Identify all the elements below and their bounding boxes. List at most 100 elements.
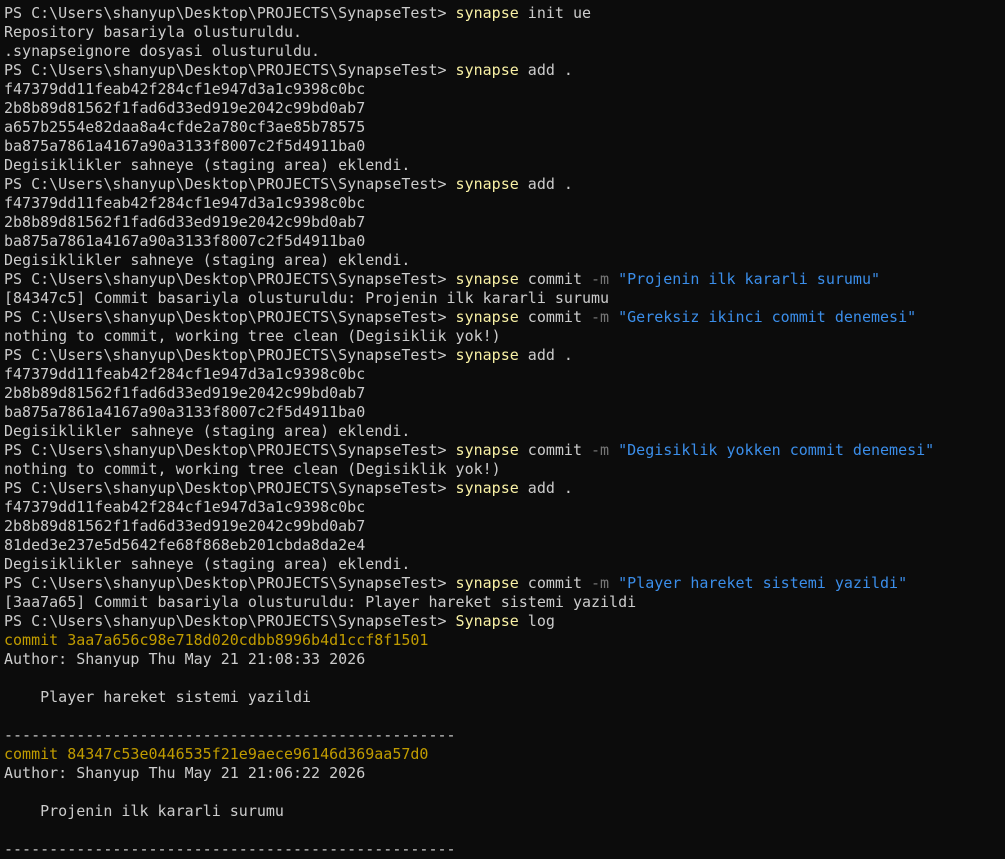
command-args	[609, 270, 618, 288]
prompt-text: PS C:\Users\shanyup\Desktop\PROJECTS\Syn…	[4, 175, 456, 193]
command-flag: -m	[591, 308, 610, 326]
output-text: Degisiklikler sahneye (staging area) ekl…	[4, 555, 411, 573]
command-args: commit	[518, 270, 592, 288]
commit-line: commit 3aa7a656c98e718d020cdbb8996b4d1cc…	[4, 631, 1005, 650]
output-line: Projenin ilk kararli surumu	[4, 802, 1005, 821]
command-args	[609, 308, 618, 326]
output-line: Degisiklikler sahneye (staging area) ekl…	[4, 156, 1005, 175]
output-text: f47379dd11feab42f284cf1e947d3a1c9398c0bc	[4, 194, 366, 212]
prompt-line: PS C:\Users\shanyup\Desktop\PROJECTS\Syn…	[4, 4, 1005, 23]
output-line: Author: Shanyup Thu May 21 21:06:22 2026	[4, 764, 1005, 783]
output-text: 2b8b89d81562f1fad6d33ed919e2042c99bd0ab7	[4, 99, 366, 117]
command-flag: -m	[591, 270, 610, 288]
command-args: add .	[518, 175, 573, 193]
output-line: 2b8b89d81562f1fad6d33ed919e2042c99bd0ab7	[4, 517, 1005, 536]
output-line: Author: Shanyup Thu May 21 21:08:33 2026	[4, 650, 1005, 669]
output-line: a657b2554e82daa8a4cfde2a780cf3ae85b78575	[4, 118, 1005, 137]
output-text: ba875a7861a4167a90a3133f8007c2f5d4911ba0	[4, 403, 366, 421]
output-line: Degisiklikler sahneye (staging area) ekl…	[4, 251, 1005, 270]
output-line: f47379dd11feab42f284cf1e947d3a1c9398c0bc	[4, 80, 1005, 99]
prompt-line: PS C:\Users\shanyup\Desktop\PROJECTS\Syn…	[4, 175, 1005, 194]
output-text: nothing to commit, working tree clean (D…	[4, 460, 501, 478]
output-line: Degisiklikler sahneye (staging area) ekl…	[4, 555, 1005, 574]
output-line: f47379dd11feab42f284cf1e947d3a1c9398c0bc	[4, 498, 1005, 517]
prompt-text: PS C:\Users\shanyup\Desktop\PROJECTS\Syn…	[4, 308, 456, 326]
prompt-text: PS C:\Users\shanyup\Desktop\PROJECTS\Syn…	[4, 346, 456, 364]
output-text: nothing to commit, working tree clean (D…	[4, 327, 501, 345]
output-line: ba875a7861a4167a90a3133f8007c2f5d4911ba0	[4, 137, 1005, 156]
output-text: 2b8b89d81562f1fad6d33ed919e2042c99bd0ab7	[4, 517, 366, 535]
output-text: a657b2554e82daa8a4cfde2a780cf3ae85b78575	[4, 118, 366, 136]
output-line: Repository basariyla olusturuldu.	[4, 23, 1005, 42]
output-line: ba875a7861a4167a90a3133f8007c2f5d4911ba0	[4, 403, 1005, 422]
prompt-line: PS C:\Users\shanyup\Desktop\PROJECTS\Syn…	[4, 270, 1005, 289]
command-args: commit	[518, 308, 592, 326]
command-args: commit	[518, 441, 592, 459]
command-name: synapse	[455, 346, 519, 364]
command-string: "Player hareket sistemi yazildi"	[618, 574, 908, 592]
prompt-text: PS C:\Users\shanyup\Desktop\PROJECTS\Syn…	[4, 479, 456, 497]
output-line: [3aa7a65] Commit basariyla olusturuldu: …	[4, 593, 1005, 612]
output-line: .synapseignore dosyasi olusturuldu.	[4, 42, 1005, 61]
commit-hash: commit 3aa7a656c98e718d020cdbb8996b4d1cc…	[4, 631, 429, 649]
output-line: Degisiklikler sahneye (staging area) ekl…	[4, 422, 1005, 441]
prompt-text: PS C:\Users\shanyup\Desktop\PROJECTS\Syn…	[4, 4, 456, 22]
output-text: 2b8b89d81562f1fad6d33ed919e2042c99bd0ab7	[4, 384, 366, 402]
command-name: synapse	[455, 175, 519, 193]
output-line: 2b8b89d81562f1fad6d33ed919e2042c99bd0ab7	[4, 213, 1005, 232]
command-name: synapse	[455, 308, 519, 326]
output-text: [84347c5] Commit basariyla olusturuldu: …	[4, 289, 610, 307]
output-text: Author: Shanyup Thu May 21 21:08:33 2026	[4, 650, 366, 668]
commit-hash: commit 84347c53e0446535f21e9aece96146d36…	[4, 745, 429, 763]
output-line: ba875a7861a4167a90a3133f8007c2f5d4911ba0	[4, 232, 1005, 251]
output-text: ba875a7861a4167a90a3133f8007c2f5d4911ba0	[4, 137, 366, 155]
command-args	[609, 574, 618, 592]
output-line: Player hareket sistemi yazildi	[4, 688, 1005, 707]
output-text: f47379dd11feab42f284cf1e947d3a1c9398c0bc	[4, 365, 366, 383]
output-text: Degisiklikler sahneye (staging area) ekl…	[4, 156, 411, 174]
command-flag: -m	[591, 574, 610, 592]
separator-line: ----------------------------------------…	[4, 840, 456, 858]
prompt-line: PS C:\Users\shanyup\Desktop\PROJECTS\Syn…	[4, 612, 1005, 631]
prompt-line: PS C:\Users\shanyup\Desktop\PROJECTS\Syn…	[4, 61, 1005, 80]
output-line: f47379dd11feab42f284cf1e947d3a1c9398c0bc	[4, 365, 1005, 384]
command-name: synapse	[455, 441, 519, 459]
commit-line: commit 84347c53e0446535f21e9aece96146d36…	[4, 745, 1005, 764]
separator-line: ----------------------------------------…	[4, 726, 456, 744]
output-text: Degisiklikler sahneye (staging area) ekl…	[4, 422, 411, 440]
output-text: 81ded3e237e5d5642fe68f868eb201cbda8da2e4	[4, 536, 366, 554]
output-text: Player hareket sistemi yazildi	[4, 688, 312, 706]
prompt-text: PS C:\Users\shanyup\Desktop\PROJECTS\Syn…	[4, 61, 456, 79]
output-line: 2b8b89d81562f1fad6d33ed919e2042c99bd0ab7	[4, 99, 1005, 118]
output-text: Degisiklikler sahneye (staging area) ekl…	[4, 251, 411, 269]
terminal-window[interactable]: PS C:\Users\shanyup\Desktop\PROJECTS\Syn…	[0, 0, 1005, 858]
output-text: ba875a7861a4167a90a3133f8007c2f5d4911ba0	[4, 232, 366, 250]
prompt-line: PS C:\Users\shanyup\Desktop\PROJECTS\Syn…	[4, 441, 1005, 460]
command-args: commit	[518, 574, 592, 592]
output-text: Repository basariyla olusturuldu.	[4, 23, 303, 41]
command-args: init ue	[518, 4, 592, 22]
prompt-line: PS C:\Users\shanyup\Desktop\PROJECTS\Syn…	[4, 574, 1005, 593]
command-string: "Degisiklik yokken commit denemesi"	[618, 441, 935, 459]
command-name: synapse	[455, 479, 519, 497]
command-name: synapse	[455, 61, 519, 79]
command-flag: -m	[591, 441, 610, 459]
separator-row: ----------------------------------------…	[4, 840, 1005, 859]
output-text: Projenin ilk kararli surumu	[4, 802, 284, 820]
prompt-text: PS C:\Users\shanyup\Desktop\PROJECTS\Syn…	[4, 270, 456, 288]
prompt-line: PS C:\Users\shanyup\Desktop\PROJECTS\Syn…	[4, 308, 1005, 327]
command-args: add .	[518, 61, 573, 79]
output-text: f47379dd11feab42f284cf1e947d3a1c9398c0bc	[4, 80, 366, 98]
command-args: add .	[518, 346, 573, 364]
command-string: "Projenin ilk kararli surumu"	[618, 270, 881, 288]
command-name: synapse	[455, 574, 519, 592]
output-line: nothing to commit, working tree clean (D…	[4, 460, 1005, 479]
output-line: 81ded3e237e5d5642fe68f868eb201cbda8da2e4	[4, 536, 1005, 555]
output-text: Author: Shanyup Thu May 21 21:06:22 2026	[4, 764, 366, 782]
output-text: 2b8b89d81562f1fad6d33ed919e2042c99bd0ab7	[4, 213, 366, 231]
command-name: synapse	[455, 4, 519, 22]
